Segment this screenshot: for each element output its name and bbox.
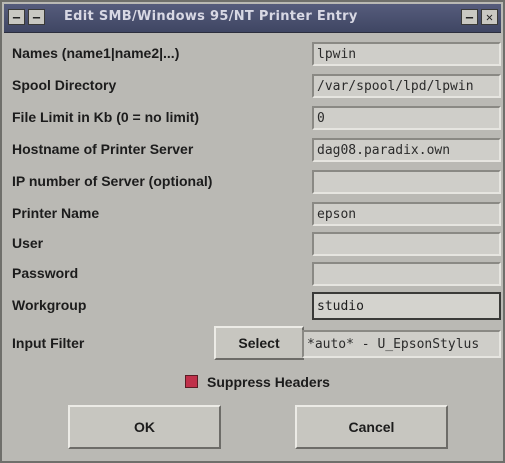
password-label: Password [12,265,79,281]
password-field[interactable] [312,262,501,286]
input-filter-field[interactable]: *auto* - U_EpsonStylus [302,330,501,358]
names-label: Names (name1|name2|...) [12,45,180,61]
minimize-icon[interactable]: – [28,9,45,25]
ip-number-field[interactable] [312,170,501,194]
workgroup-field[interactable]: studio [312,292,501,320]
hostname-field[interactable]: dag08.paradix.own [312,138,501,162]
suppress-headers-label[interactable]: Suppress Headers [207,371,330,393]
user-label: User [12,235,44,251]
ip-number-label: IP number of Server (optional) [12,173,213,189]
file-limit-field[interactable]: 0 [312,106,501,130]
input-filter-label: Input Filter [12,335,85,351]
user-field[interactable] [312,232,501,256]
window-menu-icon[interactable]: – [8,9,25,25]
select-filter-button[interactable]: Select [214,326,304,360]
window-title: Edit SMB/Windows 95/NT Printer Entry [64,9,358,24]
ok-button[interactable]: OK [68,405,221,449]
workgroup-label: Workgroup [12,297,87,313]
file-limit-label: File Limit in Kb (0 = no limit) [12,109,200,125]
suppress-headers-checkbox[interactable] [185,375,198,388]
printer-entry-dialog: – – Edit SMB/Windows 95/NT Printer Entry… [0,0,505,463]
printer-name-field[interactable]: epson [312,202,501,226]
title-bar[interactable]: – – Edit SMB/Windows 95/NT Printer Entry… [4,4,501,33]
spool-directory-field[interactable]: /var/spool/lpd/lpwin [312,74,501,98]
spool-directory-label: Spool Directory [12,77,117,93]
cancel-button[interactable]: Cancel [295,405,448,449]
hostname-label: Hostname of Printer Server [12,141,194,157]
maximize-icon[interactable]: – [461,9,478,25]
close-icon[interactable]: ✕ [481,9,498,25]
printer-name-label: Printer Name [12,205,100,221]
names-field[interactable]: lpwin [312,42,501,66]
